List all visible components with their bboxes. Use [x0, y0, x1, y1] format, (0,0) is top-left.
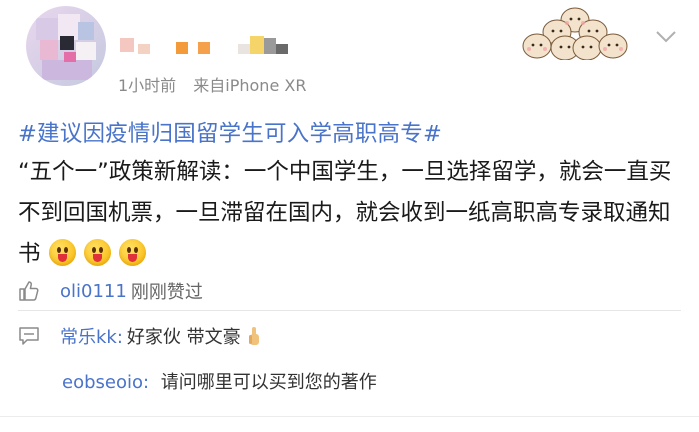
post-source: 来自iPhone XR — [193, 76, 307, 95]
comment-item[interactable]: eobseoio: 请问哪里可以买到您的著作 — [62, 368, 377, 394]
avatar[interactable] — [26, 6, 106, 86]
post-hashtag[interactable]: #建议因疫情归国留学生可入学高职高专# — [18, 116, 442, 148]
divider — [18, 310, 681, 311]
comment-icon[interactable] — [18, 326, 40, 346]
comment-item[interactable]: 常乐kk: 好家伙 带文豪 — [18, 323, 261, 349]
chevron-down-icon[interactable] — [655, 30, 677, 44]
likes-row: oli0111 刚刚赞过 — [18, 278, 203, 304]
like-user[interactable]: oli0111 — [60, 281, 127, 302]
username-redacted[interactable] — [120, 32, 295, 54]
decoration-sticker — [522, 7, 628, 60]
tongue-out-emoji — [118, 239, 146, 266]
tongue-out-emoji — [48, 239, 76, 266]
tongue-out-emoji — [83, 239, 111, 266]
post-body-text: “五个一”政策新解读：一个中国学生，一旦选择留学，就会一直买不到回国机票，一旦滞… — [18, 159, 672, 267]
post-time: 1小时前 — [118, 76, 177, 95]
post-meta: 1小时前 来自iPhone XR — [118, 72, 306, 96]
comment-user[interactable]: 常乐kk: — [60, 323, 123, 349]
thumbs-up-emoji — [248, 327, 259, 345]
divider — [0, 416, 699, 417]
comment-text: 好家伙 带文豪 — [126, 327, 241, 348]
comment-user[interactable]: eobseoio: — [62, 372, 149, 393]
like-text: 刚刚赞过 — [130, 282, 203, 303]
comment-text: 请问哪里可以买到您的著作 — [160, 372, 377, 393]
post-body: “五个一”政策新解读：一个中国学生，一旦选择留学，就会一直买不到回国机票，一旦滞… — [18, 152, 683, 275]
thumbs-up-icon[interactable] — [18, 280, 40, 302]
